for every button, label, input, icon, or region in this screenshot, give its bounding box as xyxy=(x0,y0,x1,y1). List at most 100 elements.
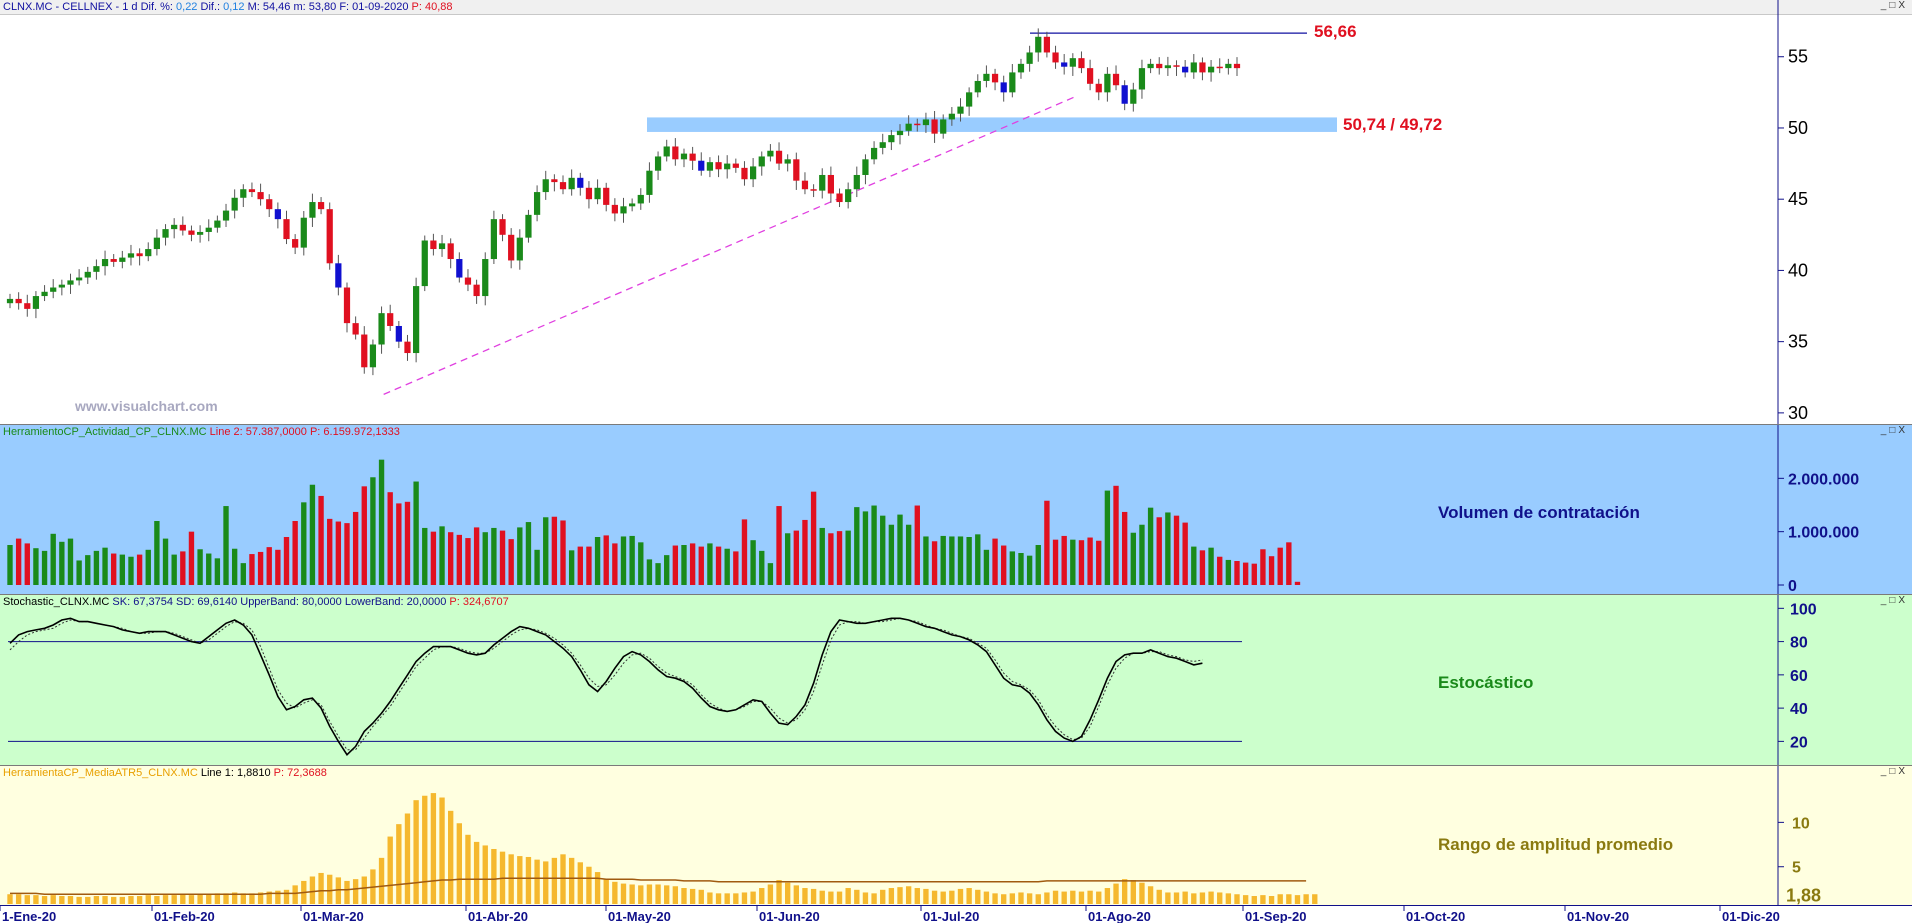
volume-bar xyxy=(439,526,445,585)
volume-bar xyxy=(231,548,238,585)
atr-bar xyxy=(1061,891,1067,904)
candle-body xyxy=(326,209,333,264)
volume-bar xyxy=(862,511,869,585)
stochastic-title: Estocástico xyxy=(1438,673,1534,692)
atr-bar xyxy=(629,884,635,904)
volume-bar xyxy=(586,546,592,585)
volume-bar xyxy=(603,535,609,585)
candle-body xyxy=(525,214,532,238)
candle-body xyxy=(266,199,273,210)
candle-body xyxy=(438,243,446,250)
atr-panel[interactable]: HerramientaCP_MediaATR5_CLNX.MC Line 1: … xyxy=(0,765,1912,906)
atr-bar xyxy=(767,884,774,904)
volume-bar xyxy=(664,555,670,585)
candle-body xyxy=(1086,68,1094,84)
volume-bar xyxy=(378,459,385,585)
candle-body xyxy=(991,73,999,83)
candle-body xyxy=(404,341,411,354)
date-axis-label: 01-Dic-20 xyxy=(1722,909,1780,923)
atr-bar xyxy=(715,893,722,904)
candle-body xyxy=(248,189,256,193)
candle-body xyxy=(15,298,22,304)
atr-bar xyxy=(145,895,151,904)
volume-bar xyxy=(1018,553,1024,585)
candle-body xyxy=(335,263,342,288)
volume-panel[interactable]: HerramientoCP_Actividad_CP_CLNX.MC Line … xyxy=(0,424,1912,595)
candle-body xyxy=(50,287,57,292)
volume-bar xyxy=(638,542,644,585)
volume-bar xyxy=(1268,556,1275,585)
candle-body xyxy=(395,325,402,342)
volume-bar xyxy=(1191,546,1197,585)
volume-bar xyxy=(1208,547,1214,585)
atr-bar xyxy=(793,885,799,904)
candle-body xyxy=(32,296,40,309)
atr-bar xyxy=(33,895,39,904)
volume-bar xyxy=(1061,535,1067,585)
atr-bar xyxy=(327,874,333,904)
candle-body xyxy=(1233,63,1241,69)
volume-bar xyxy=(577,546,583,585)
volume-bar xyxy=(456,534,463,585)
atr-bar xyxy=(664,885,670,904)
stochastic-chart: 100 80 60 40 20 xyxy=(8,595,1817,766)
volume-bar xyxy=(1087,537,1093,585)
stochastic-y-tick-label: 60 xyxy=(1790,668,1808,685)
candle-body xyxy=(611,204,618,214)
candle-body xyxy=(101,259,109,267)
volume-bar xyxy=(197,549,203,585)
volume-bar xyxy=(162,538,169,585)
volume-bar xyxy=(560,520,566,585)
atr-bar xyxy=(1303,894,1309,904)
atr-bar xyxy=(162,895,169,904)
atr-bar xyxy=(396,824,402,904)
atr-bar xyxy=(508,854,514,904)
atr-bar xyxy=(638,885,644,904)
candle-body xyxy=(672,146,679,160)
volume-bar xyxy=(629,535,635,585)
watermark: www.visualchart.com xyxy=(75,398,218,414)
atr-bar xyxy=(957,888,964,904)
date-axis-label: 01-Feb-20 xyxy=(154,909,215,923)
candle-body xyxy=(84,271,91,278)
price-y-tick-label: 35 xyxy=(1788,332,1808,352)
volume-bar xyxy=(1156,517,1162,585)
atr-bar xyxy=(759,888,765,904)
volume-bar xyxy=(136,554,143,585)
volume-bar xyxy=(404,501,411,585)
atr-bar xyxy=(1199,892,1206,904)
price-panel[interactable]: CLNX.MC - CELLNEX - 1 d Dif. %: 0,22 Dif… xyxy=(0,0,1912,424)
candle-body xyxy=(983,73,990,81)
candle-body xyxy=(1078,58,1085,69)
volume-bar xyxy=(724,548,730,585)
candle-body xyxy=(957,106,964,114)
atr-bar xyxy=(206,894,212,904)
candle-body xyxy=(870,147,878,160)
volume-bar xyxy=(1234,561,1240,585)
candle-body xyxy=(1017,63,1025,73)
candle-body xyxy=(274,209,281,220)
volume-bar xyxy=(949,536,955,585)
zone-label: 50,74 / 49,72 xyxy=(1343,115,1443,134)
atr-bar xyxy=(465,834,471,904)
candle-body xyxy=(1095,83,1102,93)
candle-body xyxy=(620,206,627,214)
candle-body xyxy=(966,92,973,107)
candle-body xyxy=(1035,36,1042,53)
volume-bar xyxy=(1251,563,1257,585)
volume-bar xyxy=(1070,539,1076,585)
price-y-tick-label: 50 xyxy=(1788,118,1808,138)
volume-bar xyxy=(707,543,713,585)
candle-body xyxy=(629,203,636,207)
candle-body xyxy=(352,323,359,335)
volume-bar xyxy=(266,547,272,585)
candle-body xyxy=(801,180,809,190)
price-chart: 30 35 40 45 50 55 xyxy=(6,0,1808,424)
volume-bar xyxy=(1096,540,1102,585)
atr-bar xyxy=(975,889,981,904)
candle-body xyxy=(343,287,351,324)
atr-bar xyxy=(448,810,454,904)
atr-bar xyxy=(50,895,56,904)
date-axis-label: 01-Sep-20 xyxy=(1245,909,1306,923)
stochastic-panel[interactable]: Stochastic_CLNX.MC SK: 67,3754 SD: 69,61… xyxy=(0,594,1912,766)
